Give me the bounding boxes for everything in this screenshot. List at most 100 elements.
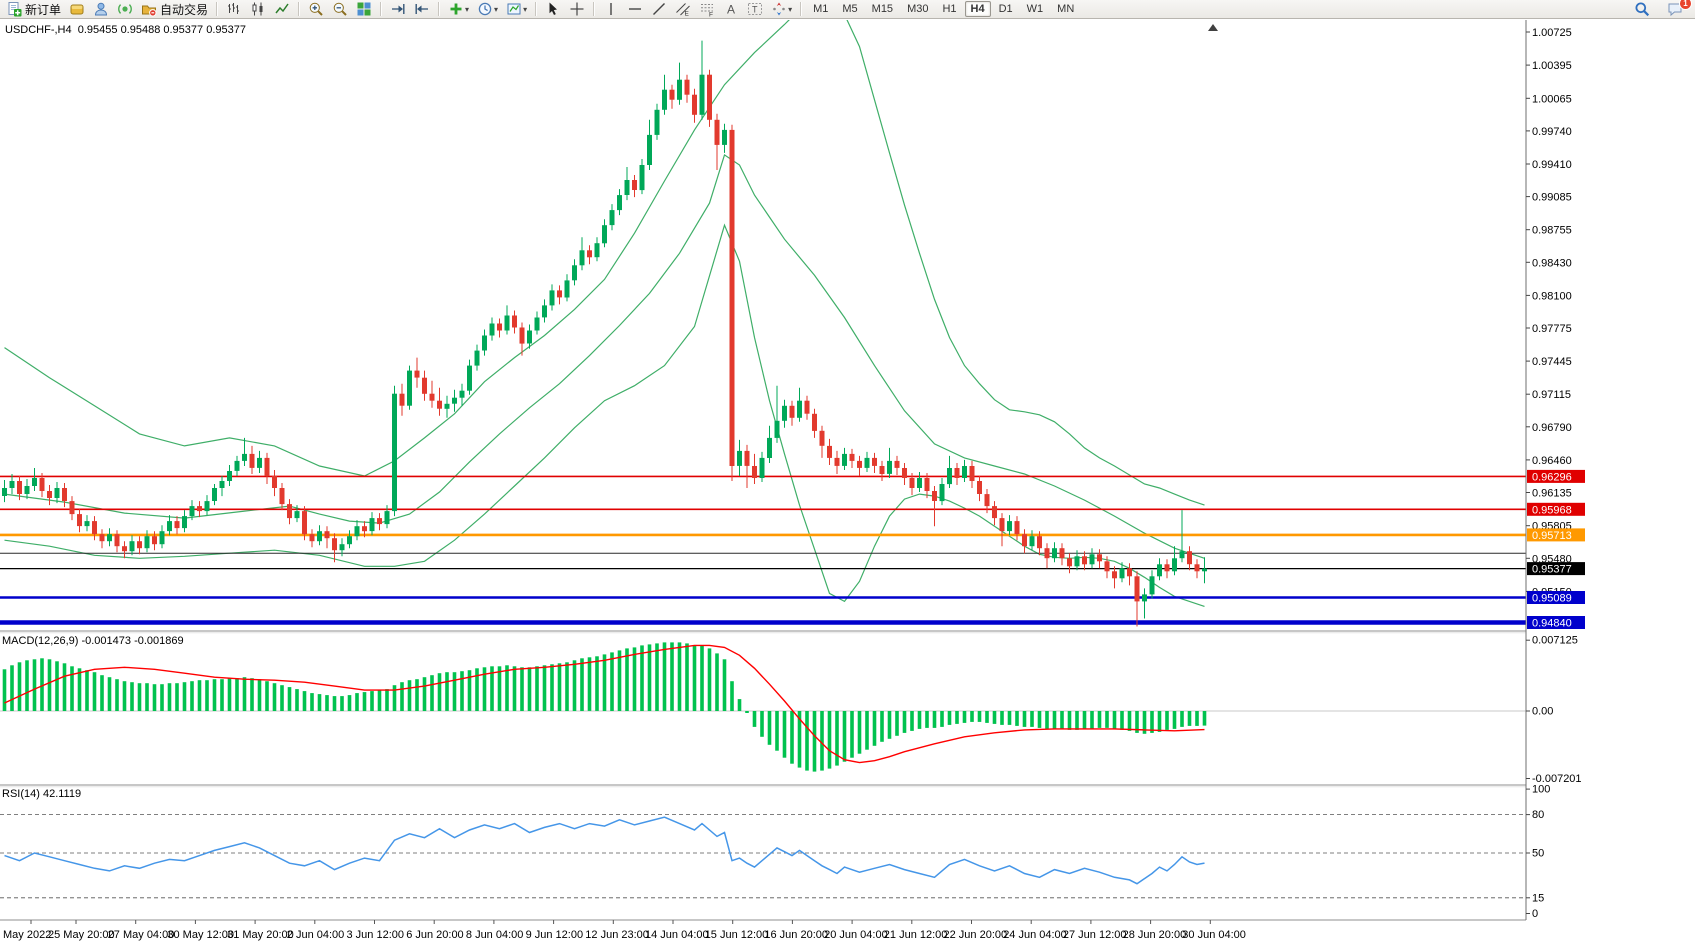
rsi-panel xyxy=(0,815,1526,898)
dropdown-caret-icon[interactable]: ▾ xyxy=(523,5,527,14)
auto-trading-button-label: 自动交易 xyxy=(160,1,208,18)
auto-trading-button[interactable]: 自动交易 xyxy=(138,0,211,19)
market-watch-button[interactable] xyxy=(66,0,88,19)
person-icon xyxy=(93,1,109,17)
dropdown-caret-icon[interactable]: ▾ xyxy=(465,5,469,14)
line-chart-button[interactable] xyxy=(271,0,293,19)
shift-icon xyxy=(414,1,430,17)
toolbar-right-group: 1 xyxy=(1630,0,1687,19)
price-axis-label: 0.99740 xyxy=(1532,126,1572,138)
data-window-button[interactable] xyxy=(90,0,112,19)
dropdown-caret-icon[interactable]: ▾ xyxy=(788,5,792,14)
zoom-out-button[interactable] xyxy=(329,0,351,19)
time-axis-label: 30 Jun 04:00 xyxy=(1182,929,1246,941)
price-badge-value: 0.95377 xyxy=(1532,564,1572,576)
bar-chart-button[interactable] xyxy=(223,0,245,19)
chart-canvas[interactable]: 1.007251.003951.000650.997400.994100.990… xyxy=(0,0,1695,946)
text-button[interactable]: A xyxy=(720,0,742,19)
cursor-button[interactable] xyxy=(542,0,564,19)
template-icon xyxy=(506,1,522,17)
time-axis-label: 28 Jun 20:00 xyxy=(1123,929,1187,941)
time-axis-label: 15 Jun 12:00 xyxy=(705,929,769,941)
equidistant-channel-button[interactable]: E xyxy=(672,0,694,19)
new-order-button[interactable]: 新订单 xyxy=(3,0,64,19)
rsi-scale-label: 100 xyxy=(1532,784,1550,796)
horizontal-level-lines[interactable] xyxy=(0,476,1526,622)
price-axis-label: 0.98100 xyxy=(1532,290,1572,302)
zoom-in-icon xyxy=(308,1,324,17)
timeframe-h4-button[interactable]: H4 xyxy=(965,1,991,17)
tiles-icon xyxy=(356,1,372,17)
clock-icon xyxy=(477,1,493,17)
trendline-button[interactable] xyxy=(648,0,670,19)
templates-button[interactable]: ▾ xyxy=(503,0,530,19)
timeframe-m15-button[interactable]: M15 xyxy=(866,1,899,17)
time-axis-label: 6 Jun 20:00 xyxy=(406,929,464,941)
time-axis-label: 25 May 20:00 xyxy=(48,929,115,941)
time-axis-label: 27 May 04:00 xyxy=(108,929,175,941)
rsi-line xyxy=(5,817,1205,884)
time-axis-label: 14 Jun 04:00 xyxy=(645,929,709,941)
arrows-button[interactable]: ▾ xyxy=(768,0,795,19)
time-axis-label: 21 Jun 12:00 xyxy=(884,929,948,941)
price-axis-label: 0.97775 xyxy=(1532,323,1572,335)
toolbar-separator xyxy=(593,2,595,16)
vline-icon xyxy=(603,1,619,17)
price-axis[interactable]: 1.007251.003951.000650.997400.994100.990… xyxy=(1526,27,1585,920)
macd-scale-label: 0.00 xyxy=(1532,706,1553,718)
rsi-scale-label: 50 xyxy=(1532,848,1544,860)
vertical-line-button[interactable] xyxy=(600,0,622,19)
timeframe-m1-button[interactable]: M1 xyxy=(807,1,834,17)
time-axis[interactable]: May 202225 May 20:0027 May 04:0030 May 1… xyxy=(3,920,1246,941)
text-label-button[interactable]: T xyxy=(744,0,766,19)
price-axis-label: 0.98430 xyxy=(1532,257,1572,269)
rsi-scale-label: 0 xyxy=(1532,908,1538,920)
chart-shift-button[interactable] xyxy=(411,0,433,19)
zoom-in-button[interactable] xyxy=(305,0,327,19)
svg-text:F: F xyxy=(709,12,713,18)
auto-scroll-button[interactable] xyxy=(387,0,409,19)
time-axis-label: 27 Jun 12:00 xyxy=(1063,929,1127,941)
price-badge-value: 0.96296 xyxy=(1532,471,1572,483)
periods-button[interactable]: ▾ xyxy=(474,0,501,19)
price-axis-label: 0.96135 xyxy=(1532,488,1572,500)
toolbar-separator xyxy=(535,2,537,16)
label-icon: T xyxy=(747,1,763,17)
candlestick-chart-button[interactable] xyxy=(247,0,269,19)
bollinger-upper-band xyxy=(5,0,1205,505)
price-badge-value: 0.95089 xyxy=(1532,593,1572,605)
fibonacci-button[interactable]: F xyxy=(696,0,718,19)
arrows-icon xyxy=(771,1,787,17)
toolbar-separator xyxy=(216,2,218,16)
chat-button[interactable]: 1 xyxy=(1664,0,1686,19)
indicators-button[interactable]: ▾ xyxy=(445,0,472,19)
dropdown-caret-icon[interactable]: ▾ xyxy=(494,5,498,14)
time-axis-label: 30 May 12:00 xyxy=(167,929,234,941)
main-price-panel xyxy=(0,0,1526,626)
search-button[interactable] xyxy=(1631,0,1653,19)
new-order-button-label: 新订单 xyxy=(25,1,61,18)
timeframe-m5-button[interactable]: M5 xyxy=(836,1,863,17)
timeframe-m30-button[interactable]: M30 xyxy=(901,1,934,17)
bars-icon xyxy=(226,1,242,17)
signal-icon xyxy=(117,1,133,17)
price-axis-label: 0.97445 xyxy=(1532,356,1572,368)
main-toolbar: 新订单 自动交易 ▾ ▾ ▾ E F AT ▾ M1M5M15M30H1H4D1W1MN 1 xyxy=(0,0,1695,19)
time-axis-label: 12 Jun 23:00 xyxy=(585,929,649,941)
tile-windows-button[interactable] xyxy=(353,0,375,19)
price-axis-label: 1.00395 xyxy=(1532,60,1572,72)
indicator-plus-icon xyxy=(448,1,464,17)
horizontal-line-button[interactable] xyxy=(624,0,646,19)
price-axis-label: 1.00725 xyxy=(1532,27,1572,39)
price-badge-value: 0.95968 xyxy=(1532,504,1572,516)
timeframe-mn-button[interactable]: MN xyxy=(1051,1,1080,17)
signals-button[interactable] xyxy=(114,0,136,19)
price-axis-label: 0.99085 xyxy=(1532,192,1572,204)
timeframe-h1-button[interactable]: H1 xyxy=(936,1,962,17)
text-a-icon: A xyxy=(723,1,739,17)
crosshair-button[interactable] xyxy=(566,0,588,19)
timeframe-d1-button[interactable]: D1 xyxy=(993,1,1019,17)
search-icon xyxy=(1634,1,1650,17)
chart-shift-marker-icon[interactable] xyxy=(1208,24,1218,31)
timeframe-w1-button[interactable]: W1 xyxy=(1021,1,1050,17)
